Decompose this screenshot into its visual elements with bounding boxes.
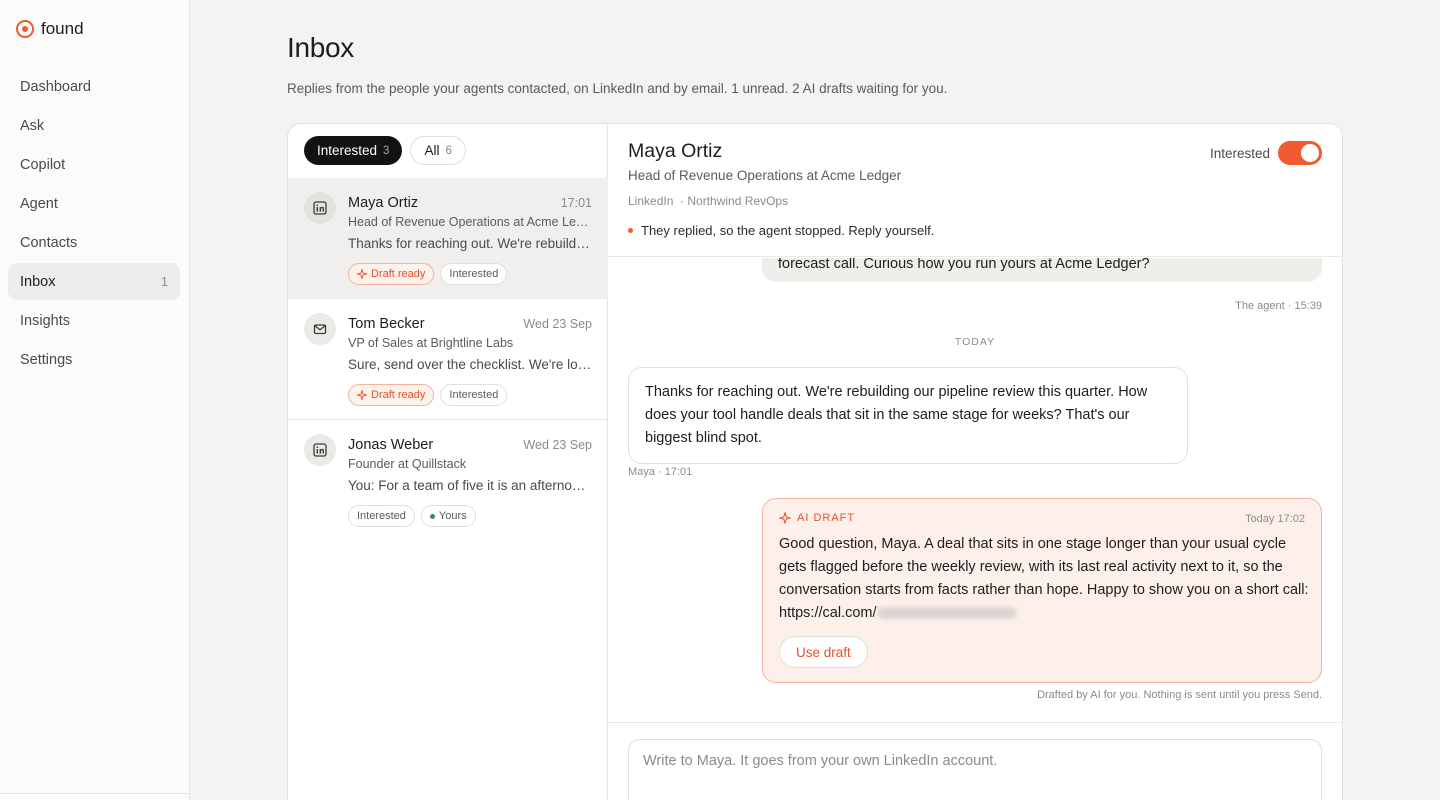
contact-name: Maya Ortiz	[628, 140, 723, 162]
agent-message-meta: The agent · 15:39	[1235, 300, 1322, 312]
thread-preview: You: For a team of five it is an afterno…	[348, 478, 592, 493]
filter-tabs: Interested 3 All 6	[304, 136, 466, 165]
sidebar-item-label: Settings	[20, 351, 73, 368]
contact-message-meta: Maya · 17:01	[628, 466, 693, 478]
notice-dot-icon	[628, 228, 633, 233]
agent-message: forecast call. Curious how you run yours…	[762, 258, 1322, 282]
thread-name: Jonas Weber	[348, 437, 434, 453]
sidebar-item-label: Agent	[20, 195, 58, 212]
sidebar-item-contacts[interactable]: Contacts	[8, 224, 180, 261]
brand-name: found	[41, 19, 84, 38]
inbox-card: Interested 3 All 6 Maya Ortiz 17:01 Head…	[287, 123, 1343, 800]
linkedin-icon	[313, 201, 327, 215]
sparkle-icon	[357, 390, 367, 400]
use-draft-button[interactable]: Use draft	[779, 636, 868, 668]
sidebar-item-label: Dashboard	[20, 78, 91, 95]
page-title: Inbox	[287, 32, 354, 63]
avatar	[304, 313, 336, 345]
composer-area	[608, 722, 1342, 800]
sidebar-item-copilot[interactable]: Copilot	[8, 146, 180, 183]
thread-role: VP of Sales at Brightline Labs	[348, 336, 514, 350]
thread-item-tom-becker[interactable]: Tom Becker Wed 23 Sep VP of Sales at Bri…	[288, 299, 608, 420]
thread-name: Tom Becker	[348, 316, 425, 332]
found-logo-icon	[16, 20, 34, 38]
sparkle-icon	[357, 269, 367, 279]
interested-badge: Interested	[440, 384, 508, 406]
message-thread: forecast call. Curious how you run yours…	[608, 258, 1342, 723]
sidebar-item-label: Insights	[20, 312, 70, 329]
page-subtitle: Replies from the people your agents cont…	[287, 81, 948, 96]
channel-label: LinkedIn	[628, 194, 674, 208]
brand-logo[interactable]: found	[16, 19, 84, 39]
conversation-pane: Maya Ortiz Head of Revenue Operations at…	[608, 124, 1342, 800]
interested-badge: Interested	[348, 505, 415, 527]
thread-tags: Draft ready Interested	[348, 384, 508, 406]
sidebar-nav: Dashboard Ask Copilot Agent Contacts Inb…	[8, 68, 180, 380]
redacted-link	[876, 607, 1017, 620]
thread-preview: Thanks for reaching out. We're rebuildin…	[348, 236, 592, 251]
ai-draft-label: AI DRAFT	[779, 512, 855, 524]
thread-preview: Sure, send over the checklist. We're loo…	[348, 357, 592, 372]
sidebar-item-label: Copilot	[20, 156, 66, 173]
contact-message: Thanks for reaching out. We're rebuildin…	[628, 367, 1188, 464]
sidebar-item-settings[interactable]: Settings	[8, 341, 180, 378]
filter-label: Interested	[317, 143, 378, 158]
message-composer-input[interactable]	[628, 739, 1322, 800]
avatar	[304, 192, 336, 224]
interested-toggle[interactable]	[1278, 141, 1322, 165]
contact-meta: LinkedIn · Northwind RevOps	[628, 194, 788, 208]
conversation-header: Maya Ortiz Head of Revenue Operations at…	[608, 124, 1342, 257]
thread-name: Maya Ortiz	[348, 195, 419, 211]
thread-role: Head of Revenue Operations at Acme Ledge…	[348, 215, 592, 229]
filter-all[interactable]: All 6	[410, 136, 466, 165]
ai-draft-time: Today 17:02	[1245, 513, 1305, 525]
linkedin-icon	[313, 443, 327, 457]
sidebar-item-inbox[interactable]: Inbox 1	[8, 263, 180, 300]
ai-draft-card: AI DRAFT Today 17:02 Good question, Maya…	[762, 498, 1322, 683]
thread-role: Founder at Quillstack	[348, 457, 467, 471]
ai-draft-text: Good question, Maya. A deal that sits in…	[779, 536, 1309, 621]
filter-label: All	[424, 143, 440, 158]
sidebar-item-insights[interactable]: Insights	[8, 302, 180, 339]
thread-list: Maya Ortiz 17:01 Head of Revenue Operati…	[288, 178, 608, 541]
interested-toggle-group: Interested	[1210, 141, 1322, 165]
sidebar-divider	[0, 793, 189, 794]
interested-badge: Interested	[440, 263, 508, 285]
sidebar-item-dashboard[interactable]: Dashboard	[8, 68, 180, 105]
status-dot-icon	[429, 513, 435, 519]
thread-item-jonas-weber[interactable]: Jonas Weber Wed 23 Sep Founder at Quills…	[288, 420, 608, 541]
sidebar-item-agent[interactable]: Agent	[8, 185, 180, 222]
filter-count: 6	[445, 144, 452, 157]
thread-item-maya-ortiz[interactable]: Maya Ortiz 17:01 Head of Revenue Operati…	[288, 178, 608, 299]
yours-badge: Yours	[420, 505, 476, 527]
thread-time: Wed 23 Sep	[523, 438, 592, 452]
ai-draft-note: Drafted by AI for you. Nothing is sent u…	[1037, 689, 1322, 701]
draft-ready-badge: Draft ready	[348, 263, 435, 285]
campaign-label: · Northwind RevOps	[680, 194, 789, 208]
thread-time: Wed 23 Sep	[523, 317, 592, 331]
filter-interested[interactable]: Interested 3	[304, 136, 403, 165]
sparkle-icon	[779, 512, 791, 524]
sidebar-item-ask[interactable]: Ask	[8, 107, 180, 144]
toggle-label: Interested	[1209, 145, 1270, 161]
sidebar: found Dashboard Ask Copilot Agent Contac…	[0, 0, 190, 800]
thread-tags: Interested Yours	[348, 505, 476, 527]
filter-count: 3	[383, 144, 390, 157]
day-separator: TODAY	[954, 336, 996, 348]
sidebar-item-label: Ask	[20, 117, 45, 134]
draft-ready-badge: Draft ready	[348, 384, 435, 406]
thread-tags: Draft ready Interested	[348, 263, 508, 285]
sidebar-item-label: Contacts	[20, 234, 78, 251]
unread-count-badge: 1	[161, 274, 168, 289]
contact-role: Head of Revenue Operations at Acme Ledge…	[628, 168, 902, 183]
sidebar-item-label: Inbox	[20, 273, 56, 290]
thread-time: 17:01	[560, 196, 592, 210]
thread-list-pane: Interested 3 All 6 Maya Ortiz 17:01 Head…	[288, 124, 608, 800]
agent-stopped-notice: They replied, so the agent stopped. Repl…	[628, 223, 934, 238]
avatar	[304, 434, 336, 466]
mail-icon	[313, 324, 327, 335]
